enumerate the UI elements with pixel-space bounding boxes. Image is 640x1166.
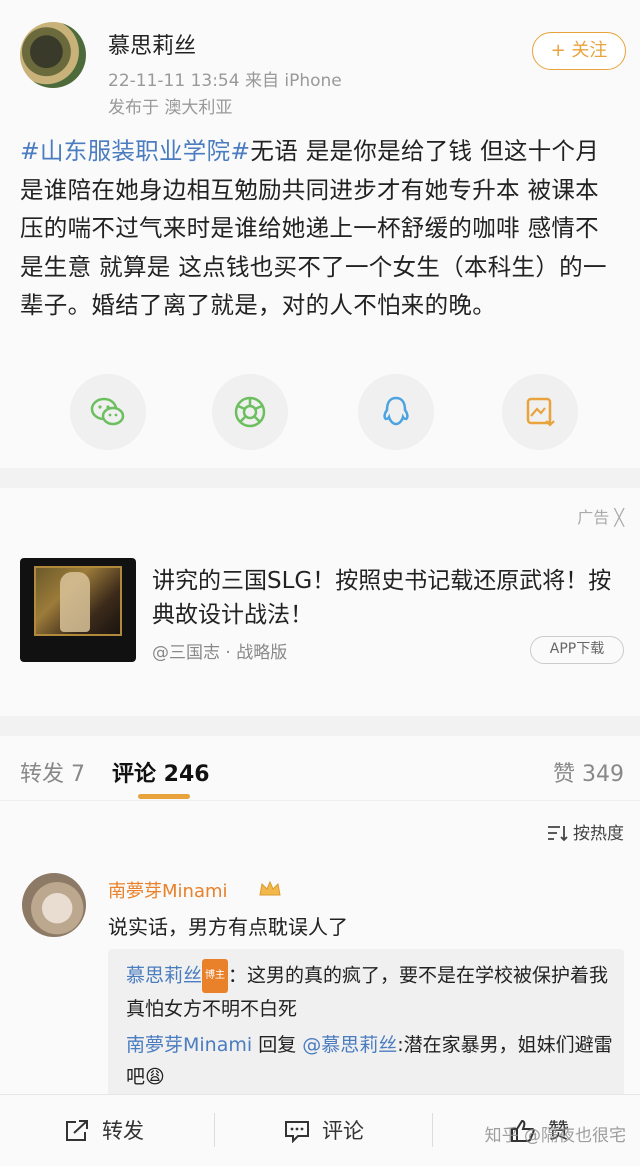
comment-label: 评论	[322, 1119, 364, 1143]
commenter-avatar[interactable]	[22, 873, 86, 937]
crown-icon	[259, 880, 281, 896]
share-wechat-button[interactable]	[70, 374, 146, 450]
commenter-name[interactable]: 南夢芽Minami	[108, 877, 228, 903]
comment-button[interactable]: 评论	[284, 1115, 364, 1145]
ad-card[interactable]: 广告 ╳ 讲究的三国SLG！按照史书记载还原武将！按典故设计战法！ @三国志 ·…	[0, 488, 640, 716]
moments-icon	[234, 396, 266, 428]
tab-likes[interactable]: 赞 349	[553, 756, 624, 788]
ad-source: @三国志 · 战略版	[152, 643, 288, 663]
sort-icon	[548, 826, 568, 842]
repost-label: 转发	[102, 1119, 144, 1143]
bottom-action-bar: 转发 评论 赞 知乎 @隔夜也很宅	[0, 1094, 640, 1166]
repost-icon	[66, 1120, 88, 1141]
save-image-icon	[526, 397, 555, 427]
tab-active-indicator	[138, 794, 190, 799]
save-image-button[interactable]	[502, 374, 578, 450]
post-body: #山东服装职业学院#无语 是是你是给了钱 但这十个月是谁陪在她身边相互勉励共同进…	[20, 132, 620, 325]
divider	[432, 1113, 433, 1147]
ad-close-label[interactable]: 广告 ╳	[577, 504, 624, 528]
qq-icon	[383, 396, 409, 426]
reply-item: 慕思莉丝 博主 ：这男的真的疯了，要不是在学校被保护着我真怕女方不明不白死	[126, 959, 616, 1025]
post-location: 发布于 澳大利亚	[108, 98, 233, 118]
reply-author[interactable]: 南夢芽Minami	[126, 1034, 252, 1056]
reply-author[interactable]: 慕思莉丝	[126, 965, 202, 987]
author-name[interactable]: 慕思莉丝	[108, 28, 196, 60]
comment-icon	[285, 1121, 309, 1144]
repost-button[interactable]: 转发	[64, 1115, 144, 1145]
watermark: 知乎 @隔夜也很宅	[484, 1126, 626, 1146]
divider	[214, 1113, 215, 1147]
reply-mention[interactable]: @慕思莉丝	[302, 1034, 397, 1056]
follow-button[interactable]: + 关注	[532, 32, 626, 70]
post-card: 慕思莉丝 22-11-11 13:54 来自 iPhone 发布于 澳大利亚 +…	[0, 0, 640, 468]
interaction-tabs: 转发 7 评论 246 赞 349	[0, 736, 640, 800]
author-badge: 博主	[202, 959, 229, 993]
share-qq-button[interactable]	[358, 374, 434, 450]
hashtag-link[interactable]: #山东服装职业学院#	[20, 137, 250, 165]
comment-section: 按热度 南夢芽Minami 说实话，男方有点耽误人了 慕思莉丝 博主 ：这男的真的疯…	[0, 800, 640, 1100]
tab-comment[interactable]: 评论 246	[112, 756, 210, 788]
ad-title[interactable]: 讲究的三国SLG！按照史书记载还原武将！按典故设计战法！	[152, 564, 622, 632]
ad-download-button[interactable]: APP下载	[530, 636, 624, 664]
ad-thumbnail[interactable]	[20, 558, 136, 662]
sort-label: 按热度	[573, 824, 624, 844]
ad-thumbnail-figure	[60, 572, 90, 632]
sort-by-hot-button[interactable]: 按热度	[547, 819, 624, 844]
reply-connector: 回复	[252, 1034, 303, 1056]
author-avatar[interactable]	[20, 22, 86, 88]
tab-repost[interactable]: 转发 7	[20, 756, 85, 788]
comment-text: 说实话，男方有点耽误人了	[108, 915, 348, 939]
reply-item: 南夢芽Minami 回复 @慕思莉丝:潜在家暴男，姐妹们避雷吧😩	[126, 1029, 616, 1093]
post-timestamp: 22-11-11 13:54 来自 iPhone	[108, 71, 342, 91]
reply-thread[interactable]: 慕思莉丝 博主 ：这男的真的疯了，要不是在学校被保护着我真怕女方不明不白死 南夢芽M…	[108, 949, 624, 1097]
wechat-icon	[90, 397, 125, 426]
share-moments-button[interactable]	[212, 374, 288, 450]
